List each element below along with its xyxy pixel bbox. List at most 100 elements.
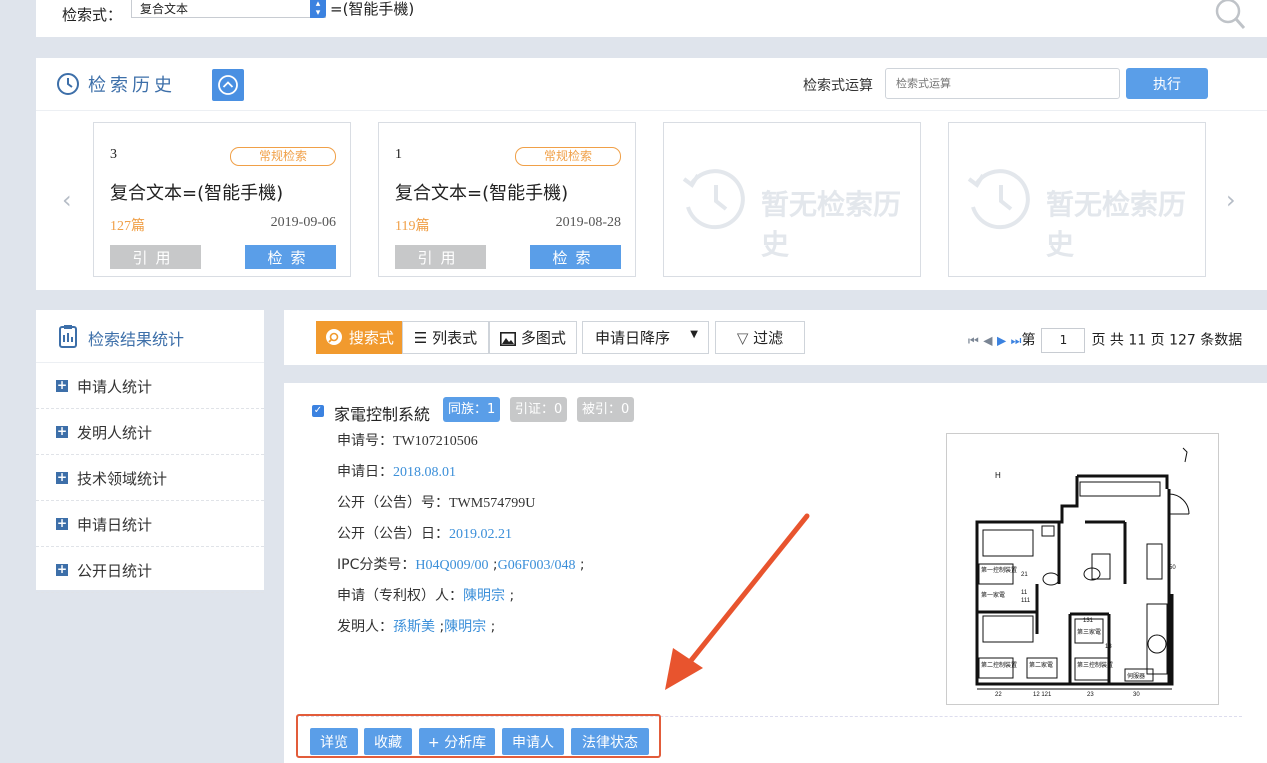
- results-toolbar: 搜索式 ☰ 列表式 多图式 申请日降序 ▼ ▽ 过滤 ⏮ ◀ ▶ ⏭第 1 页 共 …: [284, 310, 1267, 365]
- query-bar: 检索式： 复合文本 ▴ ▾ =(智能手機): [36, 0, 1267, 37]
- add-to-analysis-button[interactable]: + 分析库: [419, 728, 495, 755]
- inventor-link[interactable]: 孫斯美: [393, 620, 435, 635]
- inventor-link[interactable]: 陳明宗: [444, 620, 486, 635]
- cite-button[interactable]: 引用: [110, 245, 201, 269]
- caret-down-icon: ▼: [690, 329, 698, 340]
- first-page-icon[interactable]: ⏮: [968, 334, 979, 348]
- stat-item-inventor[interactable]: + 发明人统计: [36, 409, 264, 455]
- stat-label: 发明人统计: [77, 424, 153, 442]
- field-select[interactable]: 复合文本: [131, 0, 326, 18]
- history-card-empty: 暂无检索历史: [948, 122, 1206, 277]
- history-card-number: 1: [395, 147, 402, 162]
- history-query: 复合文本=(智能手機): [395, 183, 569, 204]
- history-card-number: 3: [110, 147, 117, 162]
- stats-title: 检索结果统计: [88, 330, 185, 349]
- plus-icon: +: [56, 516, 68, 530]
- list-icon: ☰: [413, 329, 428, 347]
- stat-label: 公开日统计: [77, 562, 153, 580]
- prev-arrow-icon[interactable]: ‹: [62, 186, 72, 214]
- search-bubble-icon: [326, 329, 343, 346]
- svg-text:111: 111: [1021, 598, 1031, 604]
- search-history-panel: 检索历史 检索式运算 执行 ‹ › 3 常规检索 复合文本=(智能手機) 127…: [36, 58, 1267, 290]
- query-label: 检索式：: [62, 6, 123, 24]
- history-card: 3 常规检索 复合文本=(智能手機) 127篇 2019-09-06 引用 检索: [93, 122, 351, 277]
- result-stats-panel: 检索结果统计 + 申请人统计 + 发明人统计 + 技术领域统计 + 申请日统计 + 公开日…: [36, 310, 264, 593]
- field-ipc: IPC分类号：H04Q009/00 ;G06F003/048 ;: [337, 557, 585, 573]
- svg-text:13: 13: [1105, 644, 1112, 650]
- view-list-label: 列表式: [432, 329, 478, 347]
- svg-text:H: H: [995, 471, 1001, 480]
- view-search-button[interactable]: 搜索式: [316, 321, 402, 354]
- history-card: 1 常规检索 复合文本=(智能手機) 119篇 2019-08-28 引用 检索: [378, 122, 636, 277]
- query-text: =(智能手機): [330, 0, 415, 18]
- next-page-icon[interactable]: ▶: [997, 334, 1006, 348]
- result-title[interactable]: 家電控制系統: [334, 401, 430, 425]
- field-inventor: 发明人：孫斯美 ;陳明宗 ;: [337, 619, 496, 635]
- family-tag[interactable]: 同族：1: [443, 397, 501, 422]
- svg-text:第一控制裝置: 第一控制裝置: [981, 566, 1017, 574]
- plus-icon: +: [56, 562, 68, 576]
- pub-date-link[interactable]: 2019.02.21: [449, 527, 512, 542]
- field-applicant: 申请（专利权）人：陳明宗 ;: [337, 588, 515, 604]
- svg-text:131: 131: [1083, 618, 1094, 624]
- clock-icon: [57, 73, 79, 95]
- svg-text:50: 50: [1169, 565, 1176, 571]
- search-button[interactable]: 检索: [245, 245, 336, 269]
- filter-label: 过滤: [753, 329, 784, 347]
- view-multi-button[interactable]: 多图式: [489, 321, 577, 354]
- search-button[interactable]: 检索: [530, 245, 621, 269]
- svg-text:11: 11: [1021, 590, 1028, 596]
- ipc-link[interactable]: G06F003/048: [498, 558, 576, 573]
- operation-label: 检索式运算: [803, 78, 873, 94]
- field-pub-date: 公开（公告）日：2019.02.21: [337, 526, 512, 542]
- stat-label: 申请人统计: [77, 378, 153, 396]
- clipboard-icon: [59, 325, 77, 348]
- ipc-link[interactable]: H04Q009/00: [415, 558, 488, 573]
- field-app-date: 申请日：2018.08.01: [337, 464, 456, 480]
- history-date: 2019-09-06: [270, 215, 336, 230]
- field-pub-no: 公开（公告）号：TWM574799U: [337, 495, 536, 511]
- stat-item-app-date[interactable]: + 申请日统计: [36, 501, 264, 547]
- stat-item-tech-field[interactable]: + 技术领域统计: [36, 455, 264, 501]
- page-summary: 页 共 11 页 127 条数据: [1091, 332, 1243, 349]
- last-page-icon[interactable]: ⏭: [1011, 334, 1022, 348]
- operation-input[interactable]: [885, 68, 1120, 99]
- plus-icon: +: [56, 378, 68, 392]
- result-checkbox[interactable]: ✓: [312, 405, 324, 417]
- detail-button[interactable]: 详览: [310, 728, 358, 755]
- stat-label: 申请日统计: [77, 516, 153, 534]
- sort-select[interactable]: 申请日降序 ▼: [582, 321, 709, 354]
- svg-text:22: 22: [995, 692, 1002, 698]
- svg-text:第二家電: 第二家電: [1029, 661, 1053, 669]
- svg-text:第二控制裝置: 第二控制裝置: [981, 661, 1017, 669]
- stat-item-pub-date[interactable]: + 公开日统计: [36, 547, 264, 593]
- favorite-button[interactable]: 收藏: [364, 728, 412, 755]
- next-arrow-icon[interactable]: ›: [1226, 186, 1236, 214]
- select-arrows-icon[interactable]: ▴ ▾: [310, 0, 326, 18]
- history-card-empty: 暂无检索历史: [663, 122, 921, 277]
- page-input[interactable]: 1: [1041, 328, 1086, 353]
- svg-text:12 121: 12 121: [1033, 692, 1052, 698]
- app-date-link[interactable]: 2018.08.01: [393, 465, 456, 480]
- cited-tag[interactable]: 被引：0: [577, 397, 635, 422]
- search-icon[interactable]: [1215, 0, 1245, 30]
- applicant-link[interactable]: 陳明宗: [463, 589, 505, 604]
- stat-item-applicant[interactable]: + 申请人统计: [36, 363, 264, 409]
- cite-button[interactable]: 引用: [395, 245, 486, 269]
- svg-text:伺服器: 伺服器: [1127, 672, 1145, 680]
- stat-label: 技术领域统计: [77, 470, 168, 488]
- svg-text:21: 21: [1021, 572, 1028, 578]
- legal-status-button[interactable]: 法律状态: [571, 728, 649, 755]
- citing-tag[interactable]: 引证：0: [510, 397, 568, 422]
- view-list-button[interactable]: ☰ 列表式: [402, 321, 489, 354]
- prev-page-icon[interactable]: ◀: [983, 334, 992, 348]
- pagination: ⏮ ◀ ▶ ⏭第 1 页 共 11 页 127 条数据: [968, 328, 1242, 353]
- floor-plan-drawing: H 第一控制裝置 第一家電 第二控制裝置 第二家電 第三家電 第三控制裝置 伺服…: [975, 447, 1190, 698]
- applicant-button[interactable]: 申请人: [502, 728, 564, 755]
- run-button[interactable]: 执行: [1126, 68, 1208, 99]
- patent-drawing-thumbnail[interactable]: H 第一控制裝置 第一家電 第二控制裝置 第二家電 第三家電 第三控制裝置 伺服…: [946, 433, 1219, 705]
- svg-text:第一家電: 第一家電: [981, 591, 1005, 599]
- collapse-toggle-button[interactable]: [212, 69, 244, 101]
- svg-text:23: 23: [1087, 692, 1094, 698]
- filter-button[interactable]: ▽ 过滤: [715, 321, 805, 354]
